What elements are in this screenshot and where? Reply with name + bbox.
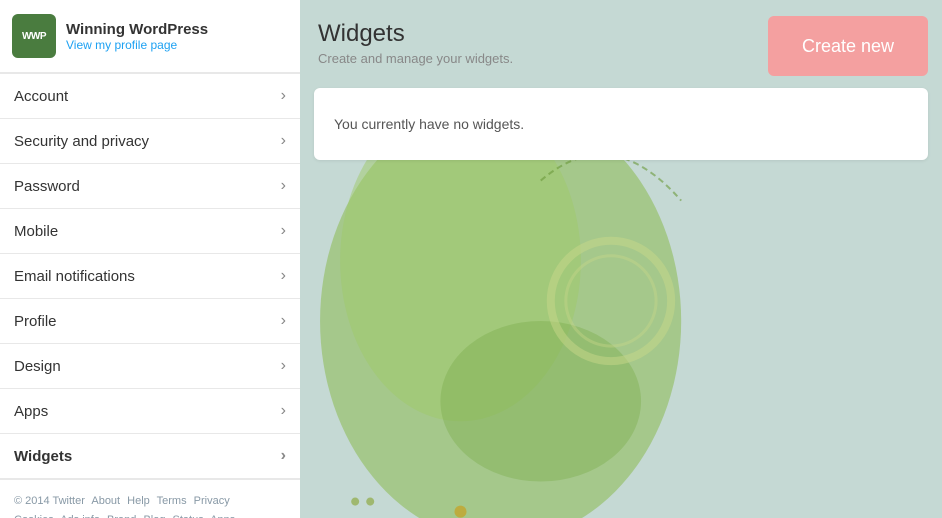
chevron-icon: › [281,132,286,150]
create-new-button[interactable]: Create new [768,16,928,76]
sidebar-label-security-privacy: Security and privacy [14,133,149,150]
sidebar-label-email-notifications: Email notifications [14,268,135,285]
chevron-icon: › [281,267,286,285]
profile-info: Winning WordPress View my profile page [66,21,208,52]
sidebar-footer: © 2014 Twitter About Help Terms Privacy … [0,479,300,518]
sidebar-link-apps[interactable]: Apps › [0,389,300,433]
empty-message: You currently have no widgets. [334,116,524,132]
page-title: Widgets [318,20,513,48]
sidebar-link-account[interactable]: Account › [0,74,300,118]
sidebar-item-mobile: Mobile › [0,209,300,254]
footer-link-blog[interactable]: Blog [143,514,165,518]
sidebar-label-password: Password [14,178,80,195]
chevron-icon: › [281,87,286,105]
footer-link-twitter[interactable]: Twitter [53,495,85,507]
sidebar-label-mobile: Mobile [14,223,58,240]
footer-link-brand[interactable]: Brand [107,514,136,518]
footer-link-help[interactable]: Help [127,495,150,507]
chevron-icon: › [281,357,286,375]
sidebar-link-security-privacy[interactable]: Security and privacy › [0,119,300,163]
profile-name: Winning WordPress [66,21,208,38]
chevron-icon: › [281,177,286,195]
sidebar-link-design[interactable]: Design › [0,344,300,388]
sidebar-link-mobile[interactable]: Mobile › [0,209,300,253]
sidebar-link-profile[interactable]: Profile › [0,299,300,343]
footer-line1: © 2014 Twitter About Help Terms Privacy [14,492,286,511]
sidebar-label-widgets: Widgets [14,448,72,465]
footer-copyright: © 2014 [14,495,50,507]
avatar-initials: WWP [22,31,46,42]
profile-header[interactable]: WWP Winning WordPress View my profile pa… [0,0,300,73]
chevron-icon: › [281,222,286,240]
widgets-title-area: Widgets Create and manage your widgets. [314,10,517,76]
nav-list: Account›Security and privacy›Password›Mo… [0,73,300,479]
widgets-panel: Widgets Create and manage your widgets. … [314,10,928,160]
widgets-header: Widgets Create and manage your widgets. … [314,10,928,76]
sidebar-label-design: Design [14,358,61,375]
footer-link-adsinfo[interactable]: Ads info [60,514,100,518]
main-content: Widgets Create and manage your widgets. … [300,0,942,518]
widgets-empty-box: You currently have no widgets. [314,88,928,160]
sidebar-item-security-privacy: Security and privacy › [0,119,300,164]
sidebar-item-password: Password › [0,164,300,209]
sidebar-item-design: Design › [0,344,300,389]
chevron-icon: › [281,402,286,420]
avatar: WWP [12,14,56,58]
sidebar-label-account: Account [14,88,68,105]
footer-link-privacy[interactable]: Privacy [194,495,230,507]
sidebar-item-widgets: Widgets › [0,434,300,479]
sidebar-link-widgets[interactable]: Widgets › [0,434,300,478]
chevron-icon: › [281,447,286,465]
sidebar-link-email-notifications[interactable]: Email notifications › [0,254,300,298]
sidebar-item-email-notifications: Email notifications › [0,254,300,299]
chevron-icon: › [281,312,286,330]
sidebar-item-apps: Apps › [0,389,300,434]
sidebar-item-profile: Profile › [0,299,300,344]
sidebar-label-profile: Profile [14,313,57,330]
footer-link-status[interactable]: Status [173,514,204,518]
footer-link-apps[interactable]: Apps [210,514,235,518]
profile-link[interactable]: View my profile page [66,38,208,52]
sidebar-link-password[interactable]: Password › [0,164,300,208]
sidebar: WWP Winning WordPress View my profile pa… [0,0,300,518]
sidebar-label-apps: Apps [14,403,48,420]
footer-line2: Cookies Ads info Brand Blog Status Apps [14,511,286,518]
sidebar-item-account: Account › [0,74,300,119]
footer-link-about[interactable]: About [91,495,120,507]
page-subtitle: Create and manage your widgets. [318,51,513,66]
footer-link-cookies[interactable]: Cookies [14,514,54,518]
footer-link-terms[interactable]: Terms [157,495,187,507]
